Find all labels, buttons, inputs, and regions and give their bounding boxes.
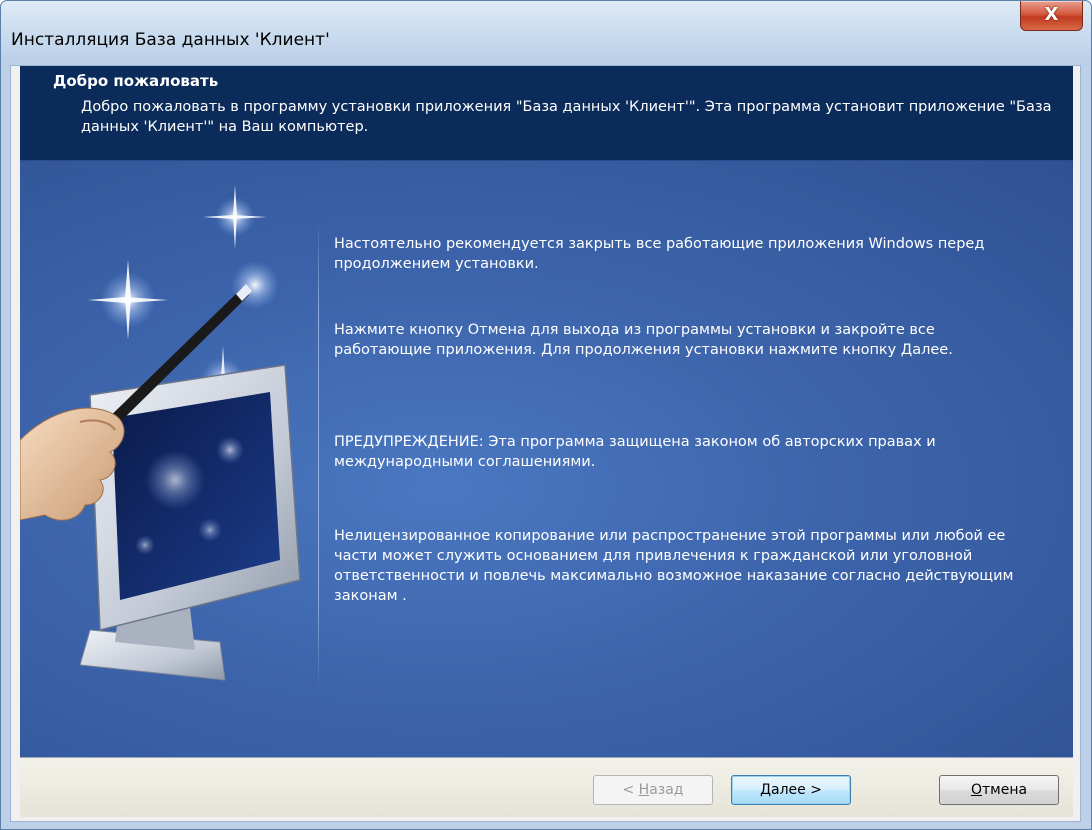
- recommendation-text: Настоятельно рекомендуется закрыть все р…: [334, 236, 985, 272]
- close-icon: X: [1044, 4, 1059, 25]
- cancel-button[interactable]: Отмена: [939, 775, 1059, 805]
- wizard-header: Добро пожаловать Добро пожаловать в прог…: [20, 66, 1073, 160]
- title-bar[interactable]: Инсталляция База данных 'Клиент' X: [1, 1, 1091, 65]
- installer-window: Инсталляция База данных 'Клиент' X Добро…: [0, 0, 1092, 830]
- header-title: Добро пожаловать: [53, 72, 219, 90]
- button-bar: < Назад Далее > Отмена: [20, 757, 1073, 817]
- magic-wand-monitor-illustration: [20, 185, 301, 681]
- back-button[interactable]: < Назад: [593, 775, 713, 805]
- welcome-panel: Настоятельно рекомендуется закрыть все р…: [20, 160, 1073, 757]
- instruction-text: Нажмите кнопку Отмена для выхода из прог…: [334, 322, 953, 358]
- sparkle-icon: [203, 185, 267, 249]
- close-button[interactable]: X: [1020, 1, 1083, 31]
- sparkle-icon: [88, 260, 168, 340]
- window-title: Инсталляция База данных 'Клиент': [11, 30, 330, 50]
- next-button[interactable]: Далее >: [731, 775, 851, 805]
- license-text: Нелицензированное копирование или распро…: [334, 528, 1014, 604]
- warning-text: ПРЕДУПРЕЖДЕНИЕ: Эта программа защищена з…: [334, 434, 936, 470]
- panel-divider: [318, 220, 319, 690]
- header-description: Добро пожаловать в программу установки п…: [81, 99, 1052, 135]
